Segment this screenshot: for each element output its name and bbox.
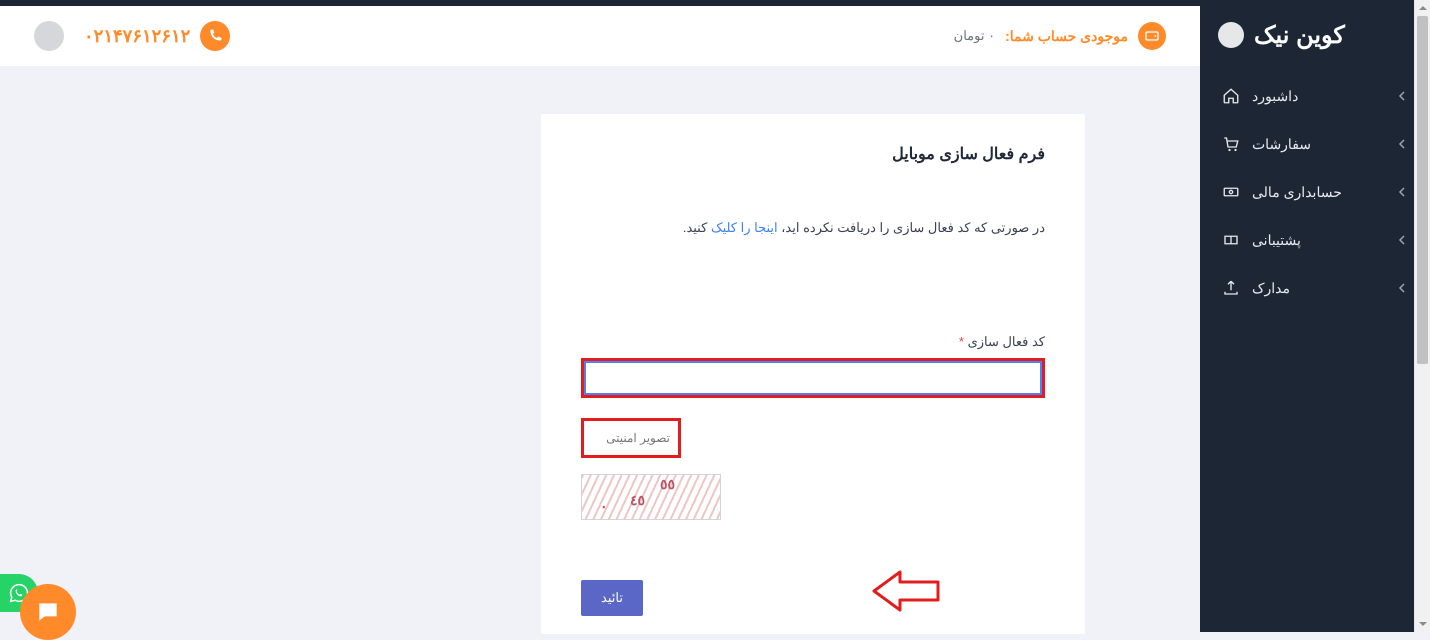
sidebar-item-orders[interactable]: سفارشات (1200, 120, 1430, 168)
balance-label: موجودی حساب شما: (1005, 28, 1128, 45)
cart-icon (1222, 135, 1240, 153)
form-title: فرم فعال سازی موبایل (581, 144, 1045, 164)
sidebar-item-finance[interactable]: حسابداری مالی (1200, 168, 1430, 216)
chevron-left-icon (1398, 283, 1408, 293)
chevron-left-icon (1398, 139, 1408, 149)
wallet-icon (1138, 22, 1166, 50)
brand-logo-text: کوین نیک (1254, 21, 1345, 50)
home-icon (1222, 87, 1240, 105)
form-description: در صورتی که کد فعال سازی را دریافت نکرده… (581, 220, 1045, 236)
captcha-input[interactable] (581, 418, 681, 458)
captcha-digit: ۰ (600, 499, 608, 516)
balance-display: موجودی حساب شما: ۰ تومان (954, 22, 1166, 50)
sidebar-header: کوین نیک (1200, 0, 1430, 70)
sidebar-item-label: پشتیبانی (1252, 232, 1301, 249)
sidebar-item-label: مدارک (1252, 280, 1290, 297)
sidebar-item-label: داشبورد (1252, 88, 1298, 105)
balance-amount: ۰ تومان (954, 28, 995, 44)
captcha-digit: ٤٥ (630, 493, 645, 510)
captcha-image: ٥٥ ٤٥ ۰ (581, 474, 721, 520)
sidebar-nav: داشبورد سفارشات حسابداری مالی پشتیبانی (1200, 72, 1430, 312)
sidebar-item-support[interactable]: پشتیبانی (1200, 216, 1430, 264)
sidebar-item-label: حسابداری مالی (1252, 184, 1342, 201)
scroll-up-icon[interactable] (1419, 4, 1427, 12)
sidebar: کوین نیک داشبورد سفارشات حسابداری مالی (1200, 0, 1430, 632)
arrow-annotation-icon (870, 570, 940, 612)
resend-code-link[interactable]: اینجا را کلیک (711, 220, 778, 235)
sidebar-item-dashboard[interactable]: داشبورد (1200, 72, 1430, 120)
code-field-label: کد فعال سازی * (581, 334, 1045, 350)
sidebar-item-documents[interactable]: مدارک (1200, 264, 1430, 312)
ticket-icon (1222, 231, 1240, 249)
upload-icon (1222, 279, 1240, 297)
topbar: موجودی حساب شما: ۰ تومان ۰۲۱۴۷۶۱۲۶۱۲ (0, 6, 1200, 66)
sidebar-item-label: سفارشات (1252, 136, 1311, 153)
scroll-down-icon[interactable] (1419, 620, 1427, 628)
vertical-scrollbar[interactable] (1414, 0, 1430, 632)
phone-icon (200, 21, 230, 51)
phone-number: ۰۲۱۴۷۶۱۲۶۱۲ (84, 26, 190, 47)
submit-button[interactable]: تائید (581, 580, 643, 616)
code-label-text: کد فعال سازی (968, 334, 1045, 349)
desc-post: کنید. (683, 220, 707, 235)
chevron-left-icon (1398, 187, 1408, 197)
user-avatar-small[interactable] (34, 21, 64, 51)
chevron-left-icon (1398, 91, 1408, 101)
desc-pre: در صورتی که کد فعال سازی را دریافت نکرده… (781, 220, 1045, 235)
required-marker: * (959, 334, 964, 349)
topbar-left-group: ۰۲۱۴۷۶۱۲۶۱۲ (34, 21, 230, 51)
support-phone[interactable]: ۰۲۱۴۷۶۱۲۶۱۲ (84, 21, 230, 51)
activation-form-card: فرم فعال سازی موبایل در صورتی که کد فعال… (541, 114, 1085, 634)
activation-code-input[interactable] (581, 358, 1045, 398)
chevron-left-icon (1398, 235, 1408, 245)
captcha-digit: ٥٥ (660, 477, 675, 494)
cash-icon (1222, 183, 1240, 201)
scrollbar-track[interactable] (1415, 16, 1430, 616)
scrollbar-thumb[interactable] (1417, 16, 1428, 364)
avatar[interactable] (1218, 22, 1244, 48)
